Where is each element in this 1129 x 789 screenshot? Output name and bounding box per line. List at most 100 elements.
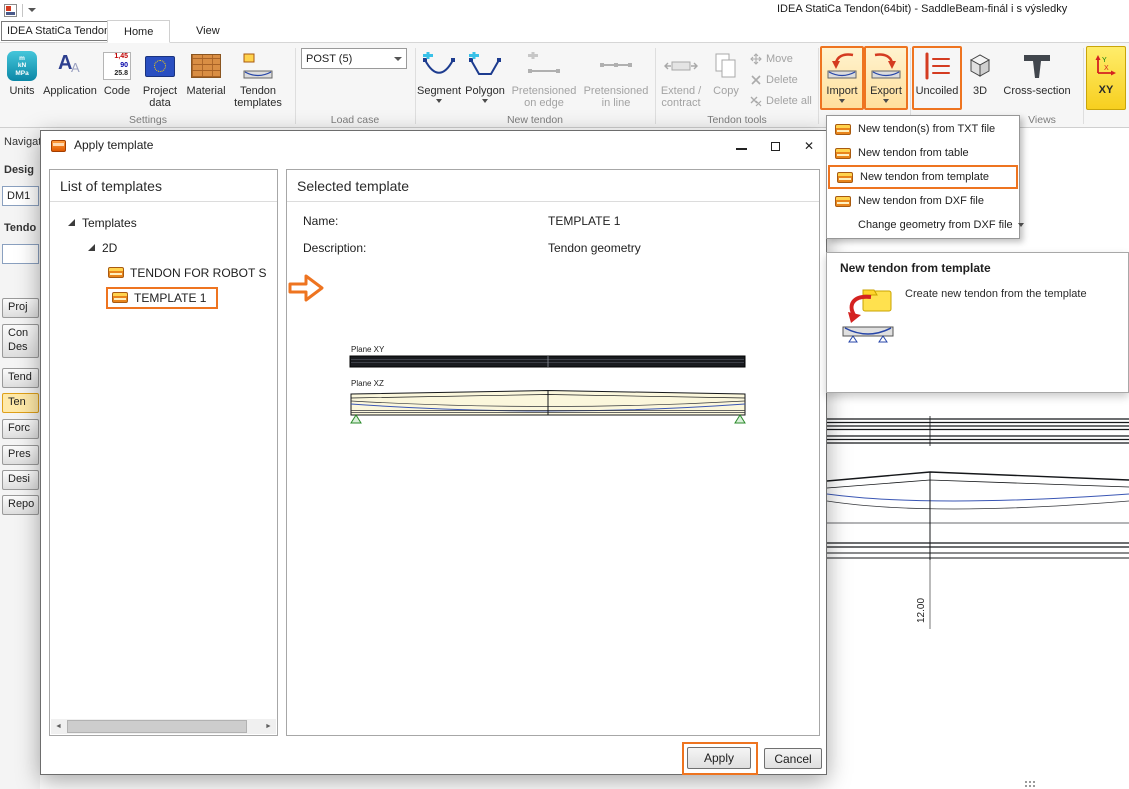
design-member-select[interactable]: DM1 bbox=[2, 186, 39, 206]
plane-xz-label: Plane XZ bbox=[351, 379, 384, 388]
application-button[interactable]: A A Application bbox=[42, 46, 98, 110]
pretensioned-on-edge-button: Pretensioned on edge bbox=[508, 46, 580, 112]
move-button: Move bbox=[746, 50, 816, 68]
close-button[interactable]: ✕ bbox=[792, 131, 826, 161]
title-bar: IDEA StatiCa Tendon(64bit) - SaddleBeam-… bbox=[0, 0, 1129, 20]
nav-button-design[interactable]: Desi bbox=[2, 470, 39, 490]
segment-button[interactable]: Segment bbox=[416, 46, 462, 110]
tendon-select[interactable] bbox=[2, 244, 39, 264]
minimize-icon bbox=[736, 148, 747, 150]
uncoiled-icon bbox=[920, 51, 954, 81]
maximize-button[interactable] bbox=[758, 131, 792, 161]
navigator-tendons-label: Tendo bbox=[4, 222, 36, 234]
cube-3d-icon bbox=[965, 51, 995, 81]
apply-button[interactable]: Apply bbox=[687, 747, 751, 769]
template-icon bbox=[112, 292, 128, 303]
maximize-icon bbox=[771, 142, 780, 151]
nav-button-forces[interactable]: Forc bbox=[2, 419, 39, 439]
app-window: IDEA StatiCa Tendon(64bit) - SaddleBeam-… bbox=[0, 0, 1129, 789]
tooltip-panel: New tendon from template Create new tend… bbox=[826, 252, 1129, 393]
import-button[interactable]: Import bbox=[820, 46, 864, 110]
menu-item-new-tendon-table[interactable]: New tendon from table bbox=[828, 141, 1018, 165]
tree-node-templates[interactable]: Templates bbox=[50, 210, 277, 235]
3d-button[interactable]: 3D bbox=[962, 46, 998, 110]
scrollbar-thumb[interactable] bbox=[67, 720, 247, 733]
project-data-button[interactable]: Project data bbox=[136, 46, 184, 112]
tooltip-title: New tendon from template bbox=[840, 261, 991, 275]
tendon-templates-icon bbox=[241, 52, 275, 80]
nav-button-concrete-design[interactable]: Con Des bbox=[2, 324, 39, 358]
nav-button-tendon-selected[interactable]: Ten bbox=[2, 393, 39, 413]
qat-dropdown-icon[interactable] bbox=[28, 8, 36, 12]
ribbon-group-plane: Y X XY bbox=[1086, 43, 1128, 127]
tab-home[interactable]: Home bbox=[107, 20, 170, 43]
extend-contract-icon bbox=[664, 52, 698, 80]
load-case-select[interactable]: POST (5) bbox=[301, 48, 407, 69]
uncoiled-button[interactable]: Uncoiled bbox=[912, 46, 962, 110]
tab-view[interactable]: View bbox=[180, 20, 236, 43]
cancel-button[interactable]: Cancel bbox=[764, 748, 822, 769]
menu-item-change-geometry-dxf[interactable]: Change geometry from DXF file bbox=[828, 213, 1018, 237]
polygon-button[interactable]: Polygon bbox=[462, 46, 508, 110]
export-dropdown-icon[interactable] bbox=[883, 99, 889, 103]
tree-item-tendon-for-robot[interactable]: TENDON FOR ROBOT S bbox=[50, 260, 277, 285]
selected-template-highlight: TEMPLATE 1 bbox=[106, 287, 218, 309]
xy-axes-icon: Y X bbox=[1093, 53, 1119, 77]
nav-button-tendons[interactable]: Tend bbox=[2, 368, 39, 388]
ribbon-tab-row: IDEA StatiCa Tendon Home View bbox=[0, 20, 1129, 43]
units-button[interactable]: m kN MPa Units bbox=[2, 46, 42, 110]
pretensioned-on-edge-icon bbox=[527, 52, 561, 80]
material-button[interactable]: Material bbox=[184, 46, 228, 110]
resize-grip[interactable] bbox=[1025, 779, 1037, 787]
tree-node-2d[interactable]: 2D bbox=[50, 235, 277, 260]
beam-drawing: 12.00 bbox=[827, 395, 1129, 789]
qat-separator bbox=[22, 4, 23, 17]
plane-xy-label: Plane XY bbox=[351, 345, 385, 354]
move-icon bbox=[750, 53, 762, 65]
menu-item-new-tendon-template[interactable]: New tendon from template bbox=[828, 165, 1018, 189]
menu-item-new-tendon-dxf[interactable]: New tendon from DXF file bbox=[828, 189, 1018, 213]
dialog-title: Apply template bbox=[74, 138, 153, 152]
nav-button-project[interactable]: Proj bbox=[2, 298, 39, 318]
navigator-panel: Navigat Desig DM1 Tendo Proj Con Des Ten… bbox=[0, 128, 40, 789]
export-icon bbox=[870, 51, 902, 81]
tooltip-text: Create new tendon from the template bbox=[905, 287, 1119, 301]
delete-icon bbox=[750, 74, 762, 86]
nav-button-prestress[interactable]: Pres bbox=[2, 445, 39, 465]
ribbon-group-load-case: POST (5) Load case bbox=[296, 43, 414, 127]
scroll-left-icon[interactable]: ◄ bbox=[51, 719, 66, 734]
expander-icon[interactable] bbox=[68, 219, 75, 226]
combo-arrow-icon bbox=[394, 57, 402, 61]
tendon-file-icon bbox=[835, 124, 851, 135]
menu-item-new-tendon-txt[interactable]: New tendon(s) from TXT file bbox=[828, 117, 1018, 141]
description-label: Description: bbox=[303, 241, 366, 255]
cross-section-button[interactable]: Cross-section bbox=[998, 46, 1076, 110]
pretensioned-in-line-button: Pretensioned in line bbox=[580, 46, 652, 112]
tree-item-template-1[interactable]: TEMPLATE 1 bbox=[50, 285, 277, 310]
polygon-dropdown-icon[interactable] bbox=[482, 99, 488, 103]
code-button[interactable]: 1,45 90 25.8 Code bbox=[98, 46, 136, 110]
svg-text:X: X bbox=[1104, 65, 1109, 72]
import-dropdown-icon[interactable] bbox=[839, 99, 845, 103]
segment-dropdown-icon[interactable] bbox=[436, 99, 442, 103]
expander-icon[interactable] bbox=[88, 244, 95, 251]
apply-template-dialog: Apply template ✕ List of templates Templ… bbox=[40, 130, 827, 775]
selected-template-panel: Selected template Name: TEMPLATE 1 Descr… bbox=[286, 169, 820, 736]
quick-access-toolbar bbox=[4, 2, 36, 18]
app-icon[interactable] bbox=[4, 4, 17, 17]
apply-arrow-icon bbox=[287, 271, 325, 308]
horizontal-scrollbar[interactable]: ◄ ► bbox=[51, 719, 276, 734]
units-icon: m kN MPa bbox=[7, 51, 37, 81]
minimize-button[interactable] bbox=[724, 131, 758, 161]
app-menu-button[interactable]: IDEA StatiCa Tendon bbox=[1, 21, 116, 41]
tendon-dxf-icon bbox=[835, 196, 851, 207]
xy-plane-button[interactable]: Y X XY bbox=[1086, 46, 1126, 110]
scroll-right-icon[interactable]: ► bbox=[261, 719, 276, 734]
name-value: TEMPLATE 1 bbox=[548, 214, 620, 228]
nav-button-report[interactable]: Repo bbox=[2, 495, 39, 515]
tendon-templates-button[interactable]: Tendon templates bbox=[228, 46, 288, 112]
import-icon bbox=[826, 51, 858, 81]
export-button[interactable]: Export bbox=[864, 46, 908, 110]
copy-button: Copy bbox=[706, 46, 746, 110]
application-icon: A A bbox=[55, 51, 85, 81]
